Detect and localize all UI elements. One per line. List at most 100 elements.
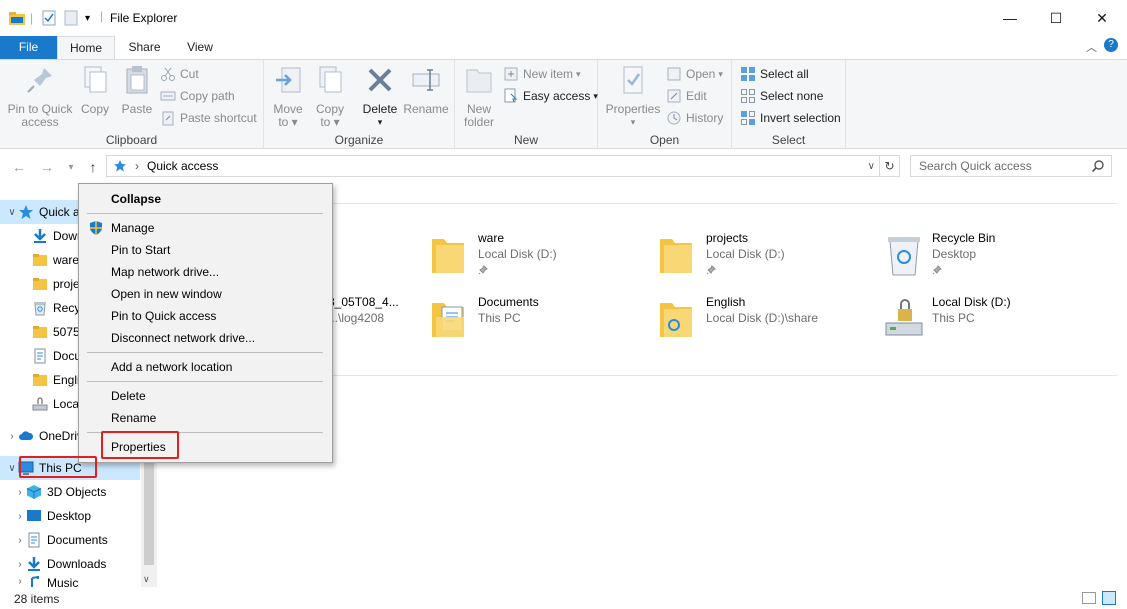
tab-share[interactable]: Share (117, 36, 172, 59)
cut-button[interactable]: Cut (160, 64, 199, 84)
menu-item-pin-to-quick-access[interactable]: Pin to Quick access (79, 305, 332, 327)
organize-group: Move to ▾ Copy to ▾ Delete ▾ Rename Orga… (264, 60, 455, 149)
file-item-local-disk[interactable]: Local Disk (D:) This PC (884, 293, 1094, 349)
easy-access-button[interactable]: Easy access ▾ (503, 86, 598, 106)
up-arrow-icon[interactable]: ↑ (82, 157, 104, 177)
refresh-button[interactable]: ↻ (880, 155, 900, 177)
file-item-english[interactable]: English Local Disk (D:)\share (658, 293, 868, 349)
collapsed-chevron-icon[interactable]: › (14, 559, 26, 570)
copy-path-button[interactable]: Copy path (160, 86, 235, 106)
properties-ribbon-button[interactable]: Properties ▾ (602, 64, 664, 129)
tab-view[interactable]: View (172, 36, 228, 59)
open-button[interactable]: Open ▾ (666, 64, 723, 84)
copy-button[interactable]: Copy (76, 64, 114, 116)
desktop-icon (27, 510, 41, 521)
rename-button[interactable]: Rename (402, 64, 450, 116)
menu-item-collapse[interactable]: Collapse (79, 188, 332, 210)
nav-item-3d-objects[interactable]: › 3D Objects (0, 480, 140, 504)
collapsed-chevron-icon[interactable]: › (14, 487, 26, 498)
clipboard-group-label: Clipboard (105, 133, 158, 147)
large-icons-view-icon[interactable] (1102, 591, 1116, 605)
tab-file[interactable]: File (0, 36, 57, 59)
maximize-button[interactable]: ☐ (1033, 0, 1079, 36)
copy-to-label-line2: to ▾ (320, 115, 340, 129)
invert-selection-button[interactable]: Invert selection (740, 108, 841, 128)
folder-icon (660, 239, 692, 273)
file-item-recycle-bin[interactable]: Recycle Bin Desktop (884, 229, 1094, 285)
menu-item-map-network-drive[interactable]: Map network drive... (79, 261, 332, 283)
edit-button[interactable]: Edit (666, 86, 707, 106)
select-all-button[interactable]: Select all (740, 64, 809, 84)
address-dropdown-icon[interactable]: ∨ (868, 161, 875, 172)
pin-icon (706, 265, 716, 275)
pin-to-quick-access-button[interactable]: Pin to Quick access (6, 64, 74, 129)
new-item-button[interactable]: New item ▾ (503, 64, 581, 84)
recent-locations-chevron-icon[interactable]: ▾ (60, 157, 82, 177)
new-group-label: New (513, 133, 538, 147)
new-folder-quick-icon[interactable] (64, 9, 78, 27)
nav-item-downloads-pc[interactable]: › Downloads (0, 552, 140, 576)
file-item-documents[interactable]: Documents This PC (430, 293, 640, 349)
nav-label: Desktop (47, 509, 92, 523)
properties-dropdown-icon[interactable]: ▾ (602, 116, 664, 129)
search-box[interactable]: Search Quick access (910, 155, 1112, 177)
paste-button[interactable]: Paste (118, 64, 156, 116)
edit-label: Edit (686, 89, 707, 103)
nav-item-documents-pc[interactable]: › Documents (0, 528, 140, 552)
properties-quick-icon[interactable] (42, 9, 56, 27)
pin-icon (478, 265, 488, 275)
new-folder-button[interactable]: New folder (459, 64, 499, 129)
collapsed-chevron-icon[interactable]: › (14, 576, 26, 587)
copy-to-button[interactable]: Copy to ▾ (312, 64, 348, 129)
nav-item-music[interactable]: › Music (0, 576, 140, 587)
forward-arrow-icon[interactable]: → (36, 157, 58, 177)
collapse-ribbon-chevron-icon[interactable]: ︿ (1086, 39, 1097, 55)
details-view-icon[interactable] (1082, 592, 1096, 604)
new-group: New folder New item ▾ Easy access ▾ New (455, 60, 598, 149)
minimize-button[interactable]: — (987, 0, 1033, 36)
nav-item-desktop[interactable]: › Desktop (0, 504, 140, 528)
back-arrow-icon[interactable]: ← (8, 157, 30, 177)
file-location: Local Disk (D:) (706, 247, 785, 261)
close-button[interactable]: ✕ (1079, 0, 1125, 36)
history-button[interactable]: History (666, 108, 723, 128)
file-item-ware[interactable]: ware Local Disk (D:) (430, 229, 640, 285)
scroll-down-arrow-icon[interactable]: ∨ (143, 574, 150, 585)
expanded-chevron-icon[interactable]: ∨ (6, 207, 18, 218)
menu-item-delete[interactable]: Delete (79, 385, 332, 407)
address-bar[interactable]: › Quick access ∨ (106, 155, 880, 177)
collapsed-chevron-icon[interactable]: › (14, 511, 26, 522)
easy-access-icon (504, 88, 518, 103)
help-icon[interactable]: ? (1104, 38, 1118, 52)
address-path[interactable]: Quick access (147, 159, 218, 173)
menu-item-open-new-window[interactable]: Open in new window (79, 283, 332, 305)
delete-button[interactable]: Delete ▾ (360, 64, 400, 129)
paste-shortcut-button[interactable]: Paste shortcut (160, 108, 257, 128)
menu-separator (87, 352, 323, 353)
recycle-bin-icon (888, 237, 920, 276)
select-all-label: Select all (760, 67, 809, 81)
file-item-projects[interactable]: projects Local Disk (D:) (658, 229, 868, 285)
menu-item-add-network-location[interactable]: Add a network location (79, 356, 332, 378)
menu-item-disconnect-network-drive[interactable]: Disconnect network drive... (79, 327, 332, 349)
menu-item-rename[interactable]: Rename (79, 407, 332, 429)
properties-icon (623, 66, 643, 94)
collapsed-chevron-icon[interactable]: › (6, 431, 18, 442)
address-row: ← → ▾ ↑ › Quick access ∨ ↻ Search Quick … (0, 149, 1127, 185)
collapsed-chevron-icon[interactable]: › (14, 535, 26, 546)
move-to-icon (276, 67, 301, 93)
move-to-button[interactable]: Move to ▾ (270, 64, 306, 129)
tab-home[interactable]: Home (57, 36, 115, 60)
file-name: Recycle Bin (932, 231, 996, 245)
delete-x-icon (368, 68, 392, 92)
file-explorer-app-icon[interactable] (8, 9, 26, 27)
menu-item-manage[interactable]: Manage (79, 217, 332, 239)
expanded-chevron-icon[interactable]: ∨ (6, 463, 18, 474)
context-menu: Collapse Manage Pin to Start Map network… (78, 183, 333, 463)
search-icon[interactable] (1091, 159, 1105, 173)
item-count: 28 items (14, 592, 60, 606)
select-none-button[interactable]: Select none (740, 86, 823, 106)
delete-dropdown-icon[interactable]: ▾ (360, 116, 400, 129)
customize-toolbar-dropdown[interactable]: ▾ (85, 9, 90, 27)
menu-item-pin-to-start[interactable]: Pin to Start (79, 239, 332, 261)
